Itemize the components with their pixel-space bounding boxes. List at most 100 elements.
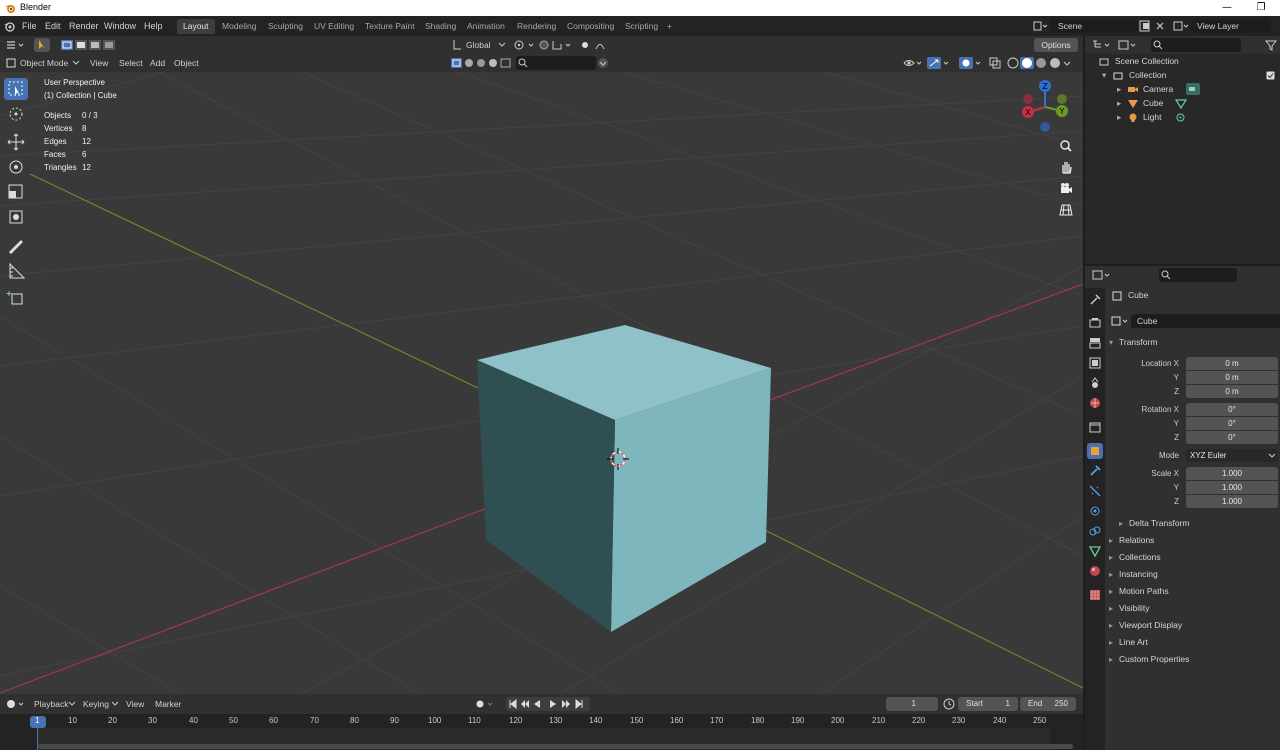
start-frame-field[interactable]: Start 1	[958, 697, 1018, 711]
proportional-editing-icon[interactable]	[578, 38, 614, 52]
clock-icon[interactable]	[942, 697, 956, 711]
playback-controls[interactable]	[506, 697, 590, 711]
location-z-field[interactable]: 0 m	[1186, 385, 1278, 398]
measure-tool[interactable]	[4, 260, 28, 282]
panel-motion-paths[interactable]: Motion Paths	[1105, 583, 1280, 600]
panel-collections[interactable]: Collections	[1105, 549, 1280, 566]
data-tab-icon[interactable]	[1087, 543, 1103, 559]
tab-uv-editing[interactable]: UV Editing	[308, 19, 360, 34]
maximize-button[interactable]: ❐	[1244, 0, 1278, 16]
options-dropdown[interactable]: Options	[1034, 38, 1078, 52]
menu-marker[interactable]: Marker	[155, 697, 181, 711]
properties-editor-type-icon[interactable]	[1091, 268, 1113, 282]
move-tool[interactable]	[4, 131, 28, 153]
expand-chevron-icon[interactable]: ▸	[1117, 96, 1121, 110]
tab-compositing[interactable]: Compositing	[561, 19, 620, 34]
camera-view-icon[interactable]	[1057, 180, 1075, 198]
panel-relations[interactable]: Relations	[1105, 532, 1280, 549]
collection-tab-icon[interactable]	[1087, 419, 1103, 435]
end-frame-field[interactable]: End 250	[1020, 697, 1076, 711]
tab-rendering[interactable]: Rendering	[511, 19, 562, 34]
rotation-mode-dropdown[interactable]: XYZ Euler	[1186, 449, 1278, 462]
timeline-ruler[interactable]: 1 10 20 30 40 50 60 70 80 90 100 110 120…	[0, 714, 1083, 750]
blender-menu-icon[interactable]	[3, 20, 15, 32]
current-frame-field[interactable]: 1	[886, 697, 938, 711]
menu-playback[interactable]: Playback	[34, 697, 69, 711]
scene-tab-icon[interactable]	[1087, 375, 1103, 391]
rotation-y-field[interactable]: 0°	[1186, 417, 1278, 430]
scale-x-field[interactable]: 1.000	[1186, 467, 1278, 480]
render-tab-icon[interactable]	[1087, 315, 1103, 331]
view-layer-tab-icon[interactable]	[1087, 355, 1103, 371]
location-x-field[interactable]: 0 m	[1186, 357, 1278, 370]
view-layer-field[interactable]: View Layer	[1191, 19, 1271, 33]
modifier-tab-icon[interactable]	[1087, 463, 1103, 479]
tab-modeling[interactable]: Modeling	[216, 19, 263, 34]
scene-browse-icon[interactable]	[1032, 19, 1048, 33]
panel-transform[interactable]: Transform	[1105, 334, 1280, 351]
rotation-x-field[interactable]: 0°	[1186, 403, 1278, 416]
tab-animation[interactable]: Animation	[461, 19, 511, 34]
add-workspace-button[interactable]: +	[661, 19, 678, 34]
panel-instancing[interactable]: Instancing	[1105, 566, 1280, 583]
panel-line-art[interactable]: Line Art	[1105, 634, 1280, 651]
expand-chevron-icon[interactable]: ▾	[1102, 68, 1106, 82]
scene-field[interactable]: Scene	[1050, 19, 1138, 33]
overlays-toggle-icon[interactable]	[958, 56, 984, 70]
menu-file[interactable]: File	[17, 19, 42, 33]
display-mode-icon[interactable]	[1117, 38, 1139, 52]
outliner-item-cube[interactable]: ▸ Cube	[1085, 96, 1280, 110]
menu-render[interactable]: Render	[64, 19, 104, 33]
menu-view[interactable]: View	[90, 56, 108, 70]
filter-icon[interactable]	[1264, 38, 1278, 52]
annotate-tool[interactable]	[4, 235, 28, 257]
location-y-field[interactable]: 0 m	[1186, 371, 1278, 384]
3d-viewport[interactable]: Global Options Object Mode View Select A…	[0, 36, 1083, 694]
add-cube-tool[interactable]	[4, 287, 28, 309]
remove-scene-icon[interactable]	[1154, 19, 1166, 33]
particles-tab-icon[interactable]	[1087, 483, 1103, 499]
expand-chevron-icon[interactable]: ▸	[1117, 82, 1121, 96]
panel-visibility[interactable]: Visibility	[1105, 600, 1280, 617]
rotation-z-field[interactable]: 0°	[1186, 431, 1278, 444]
viewport-scene[interactable]	[0, 36, 1083, 694]
navigation-gizmo[interactable]: Z Y X	[1018, 78, 1074, 134]
outliner-item-collection[interactable]: ▾ Collection	[1085, 68, 1280, 82]
menu-object[interactable]: Object	[174, 56, 199, 70]
menu-help[interactable]: Help	[139, 19, 168, 33]
area-divider[interactable]	[1083, 36, 1085, 750]
menu-timeline-view[interactable]: View	[126, 697, 144, 711]
outliner-item-camera[interactable]: ▸ Camera	[1085, 82, 1280, 96]
expand-chevron-icon[interactable]: ▸	[1117, 110, 1121, 124]
outliner-search-input[interactable]	[1151, 38, 1241, 52]
tab-shading[interactable]: Shading	[419, 19, 462, 34]
minimize-button[interactable]: —	[1210, 0, 1244, 16]
menu-select[interactable]: Select	[119, 56, 143, 70]
pan-hand-icon[interactable]	[1057, 158, 1075, 176]
perspective-grid-icon[interactable]	[1057, 201, 1075, 219]
menu-edit[interactable]: Edit	[40, 19, 66, 33]
view-layer-browse-icon[interactable]	[1172, 19, 1190, 33]
object-browse-icon[interactable]	[1111, 314, 1131, 328]
select-box-tool[interactable]	[4, 78, 28, 100]
new-scene-icon[interactable]	[1138, 19, 1152, 33]
menu-add[interactable]: Add	[150, 56, 165, 70]
physics-tab-icon[interactable]	[1087, 503, 1103, 519]
snap-icon[interactable]	[538, 38, 574, 52]
panel-custom-properties[interactable]: Custom Properties	[1105, 651, 1280, 668]
menu-window[interactable]: Window	[99, 19, 141, 33]
xray-toggle-icon[interactable]	[988, 56, 1002, 70]
cursor-tool[interactable]	[4, 103, 28, 125]
shading-mode-icons[interactable]	[1006, 56, 1076, 70]
object-name-field[interactable]: Cube	[1131, 314, 1280, 328]
select-tool-icon[interactable]	[34, 38, 50, 52]
scale-z-field[interactable]: 1.000	[1186, 495, 1278, 508]
object-tab-icon[interactable]	[1087, 443, 1103, 459]
visibility-eye-icon[interactable]	[902, 56, 924, 70]
timeline-editor-type-icon[interactable]	[5, 697, 27, 711]
outliner-editor-type-icon[interactable]	[1091, 38, 1113, 52]
constraints-tab-icon[interactable]	[1087, 523, 1103, 539]
auto-keying-icon[interactable]	[473, 697, 497, 711]
scale-y-field[interactable]: 1.000	[1186, 481, 1278, 494]
tab-scripting[interactable]: Scripting	[619, 19, 664, 34]
